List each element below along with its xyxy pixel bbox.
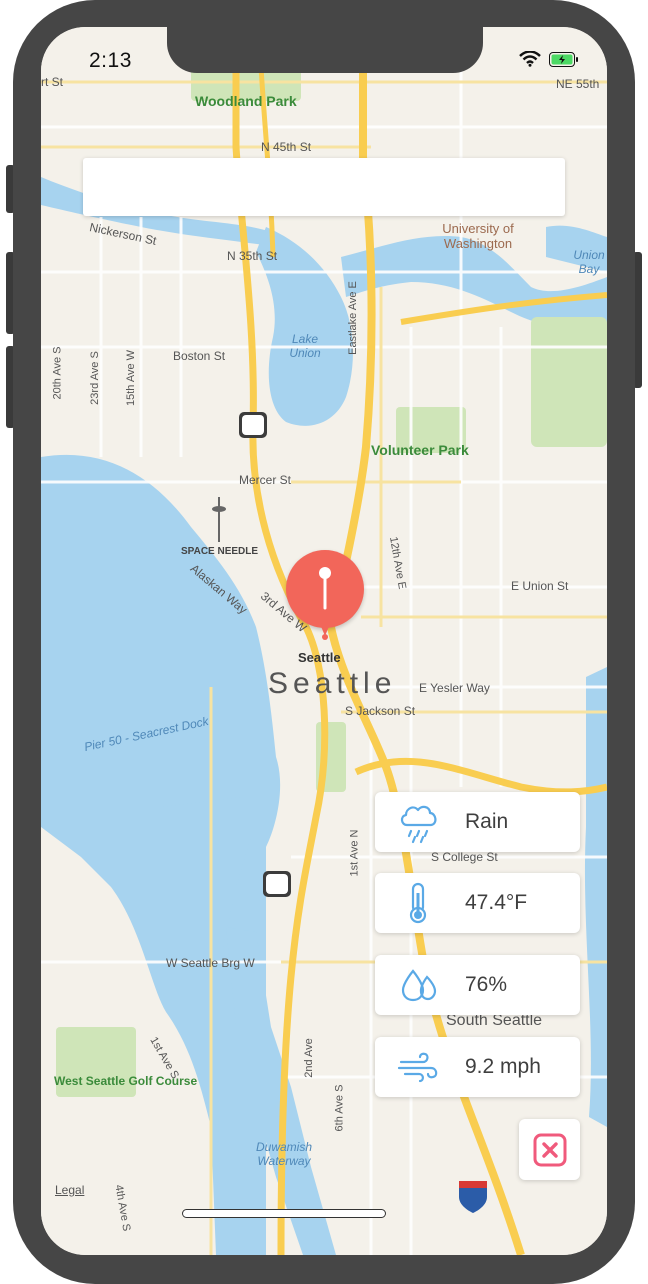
map-label-uw: University of Washington <box>442 221 514 251</box>
pin-label: Seattle <box>298 650 341 665</box>
wind-icon <box>397 1045 441 1089</box>
temperature-value: 47.4°F <box>465 891 528 914</box>
map-label-union-bay: Union Bay <box>573 248 605 276</box>
map-label-ne55th: NE 55th <box>556 77 600 91</box>
map-label-union: E Union St <box>511 579 569 593</box>
battery-charging-icon <box>549 51 578 67</box>
close-button[interactable] <box>519 1119 580 1180</box>
humidity-drops-icon <box>397 963 441 1007</box>
location-pin[interactable] <box>286 550 364 628</box>
map-label-rt-st: rt St <box>41 75 64 89</box>
status-time: 2:13 <box>89 49 132 72</box>
home-indicator[interactable] <box>182 1209 386 1218</box>
map-label-woodland-park: Woodland Park <box>195 93 297 109</box>
temperature-card: 47.4°F <box>375 873 580 933</box>
map-label-duwamish: Duwamish Waterway <box>255 1140 312 1168</box>
map-label-mercer: Mercer St <box>239 473 292 487</box>
map-label-1st-s: 2nd Ave <box>302 1038 315 1078</box>
map-label-15th-w: 20th Ave S <box>51 346 64 400</box>
map-label-6th-w: 15th Ave W <box>125 349 138 407</box>
wifi-icon <box>519 51 541 67</box>
close-icon <box>533 1133 566 1166</box>
wind-value: 9.2 mph <box>465 1055 541 1078</box>
map-label-seattle: Seattle <box>268 667 397 700</box>
map-label-6th-s: 1st Ave N <box>348 829 361 877</box>
map-label-eastlake: Eastlake Ave E <box>346 281 359 355</box>
search-input[interactable] <box>83 158 565 216</box>
route-99-shield-2 <box>263 871 291 897</box>
map-label-yesler: E Yesler Way <box>419 681 490 695</box>
wind-card: 9.2 mph <box>375 1037 580 1097</box>
park-east <box>531 317 607 447</box>
screen: Woodland Park Volunteer Park West Seattl… <box>41 27 607 1255</box>
legal-link[interactable]: Legal <box>55 1183 84 1197</box>
humidity-card: 76% <box>375 955 580 1015</box>
map-label-lake-union: Lake Union <box>289 332 321 360</box>
map-label-jackson: S Jackson St <box>345 704 416 718</box>
map-label-n35th: N 35th St <box>227 249 278 263</box>
map-label-college: S College St <box>431 850 498 864</box>
thermometer-icon <box>397 881 441 925</box>
map-label-west-seattle-bridge: W Seattle Brg W <box>166 956 255 970</box>
map-label-volunteer-park: Volunteer Park <box>371 442 469 458</box>
notch <box>167 27 483 73</box>
pin-icon <box>319 567 331 610</box>
weather-condition-card: Rain <box>375 792 580 852</box>
map-label-space-needle: SPACE NEEDLE <box>181 546 259 557</box>
route-99-shield-1 <box>239 412 267 438</box>
pin-tail <box>320 624 330 640</box>
status-icons <box>519 51 579 67</box>
map-label-n45th: N 45th St <box>261 140 312 154</box>
map-label-boston: Boston St <box>173 349 226 363</box>
map-label-10th-w: 23rd Ave S <box>88 351 101 405</box>
map-label-4th-s: 6th Ave S <box>333 1084 346 1132</box>
weather-condition-value: Rain <box>465 810 509 833</box>
humidity-value: 76% <box>465 973 508 996</box>
rain-cloud-icon <box>397 800 441 844</box>
